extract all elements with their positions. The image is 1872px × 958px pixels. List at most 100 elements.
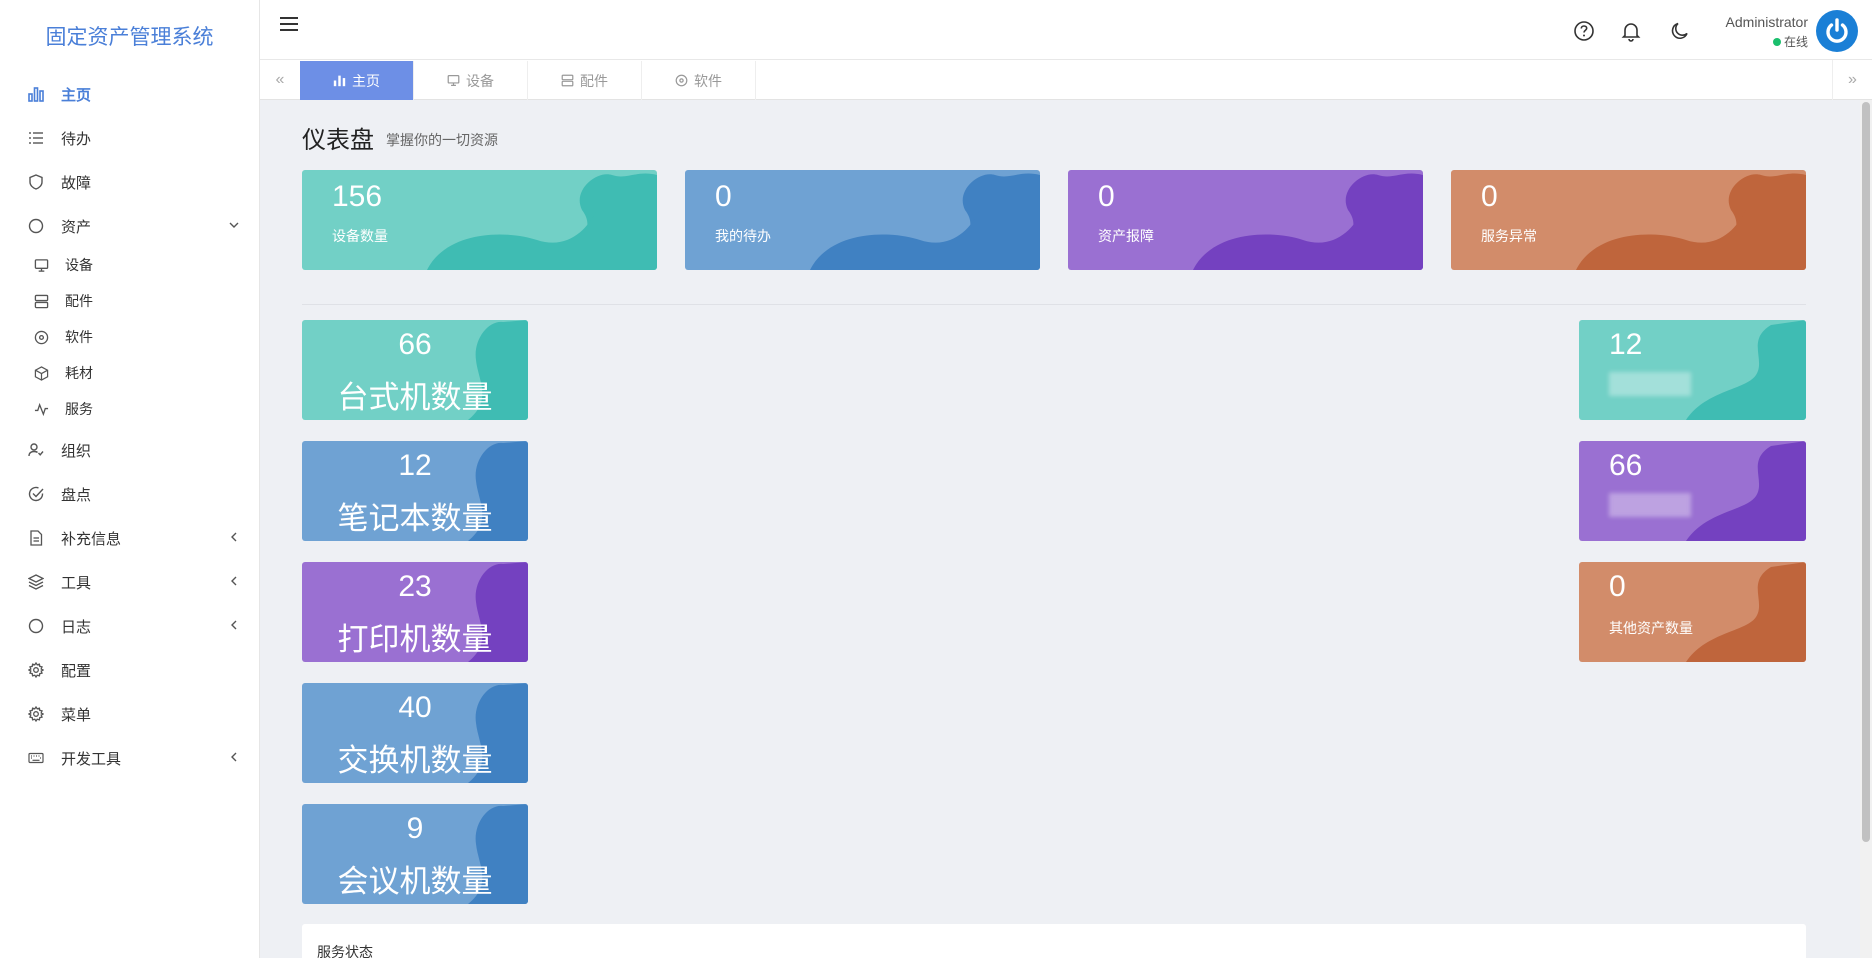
file-icon	[26, 528, 46, 548]
sidebar-item-assets[interactable]: 资产	[0, 206, 260, 246]
sidebar-item-logs[interactable]: 日志	[0, 606, 260, 646]
chevron-left-icon	[228, 750, 240, 766]
sidebar-item-label: 故障	[61, 174, 92, 192]
sidebar-subitem-software[interactable]: 软件	[0, 320, 260, 354]
sidebar-item-fault[interactable]: 故障	[0, 162, 260, 202]
stat-value: 0	[1098, 180, 1115, 213]
bell-icon[interactable]	[1620, 20, 1642, 42]
user-name[interactable]: Administrator	[1726, 14, 1808, 30]
desktop-count-card[interactable]: 66 台式机数量	[302, 320, 528, 420]
stat-value: 0	[1481, 180, 1498, 213]
sidebar-item-devtools[interactable]: 开发工具	[0, 738, 260, 778]
stat-card-service[interactable]: 0 服务异常	[1451, 170, 1806, 270]
card-label: 打印机数量	[337, 622, 493, 657]
stat-card-devices[interactable]: 156 设备数量	[302, 170, 657, 270]
switch-count-card[interactable]: 40 交换机数量	[302, 683, 528, 783]
card-label: 会议机数量	[337, 864, 493, 899]
sidebar-item-label: 工具	[61, 574, 92, 592]
other-assets-count-card[interactable]: 0 其他资产数量	[1579, 562, 1806, 662]
app-title: 固定资产管理系统	[45, 26, 214, 49]
chevron-left-icon	[228, 530, 240, 546]
sidebar-item-label: 开发工具	[61, 750, 122, 768]
layers-icon	[26, 572, 46, 592]
moon-icon[interactable]	[1669, 20, 1691, 42]
sidebar-item-home[interactable]: 主页	[0, 74, 260, 114]
bar-chart-icon	[26, 84, 46, 104]
tab-device[interactable]: 设备	[414, 61, 528, 100]
tab-label: 主页	[352, 72, 380, 89]
page-title: 仪表盘	[302, 127, 374, 154]
chevron-left-icon	[228, 574, 240, 590]
sidebar-subitem-service[interactable]: 服务	[0, 392, 260, 426]
card-decoration	[1686, 320, 1806, 420]
tab-parts[interactable]: 配件	[528, 61, 642, 100]
box-icon	[32, 364, 50, 382]
meeting-device-count-card[interactable]: 9 会议机数量	[302, 804, 528, 904]
sidebar-item-tools[interactable]: 工具	[0, 562, 260, 602]
sidebar-item-config[interactable]: 配置	[0, 650, 260, 690]
tab-label: 设备	[466, 72, 494, 89]
chevron-left-icon	[228, 618, 240, 634]
user-status: 在线	[1772, 33, 1808, 50]
sidebar-subitem-label: 耗材	[65, 365, 93, 381]
scrollbar-thumb[interactable]	[1862, 102, 1870, 842]
laptop-count-card[interactable]: 12 笔记本数量	[302, 441, 528, 541]
tab-home[interactable]: 主页	[300, 61, 414, 100]
right-count-card-2[interactable]: 66	[1579, 441, 1806, 541]
shield-icon	[26, 172, 46, 192]
sidebar-item-todo[interactable]: 待办	[0, 118, 260, 158]
check-circle-icon	[26, 484, 46, 504]
avatar[interactable]	[1816, 10, 1858, 52]
stat-label: 设备数量	[332, 228, 388, 244]
sidebar-item-label: 主页	[61, 86, 92, 104]
sidebar-item-label: 资产	[61, 218, 92, 236]
stat-value: 0	[715, 180, 732, 213]
monitor-icon	[447, 74, 460, 87]
stat-card-fault[interactable]: 0 资产报障	[1068, 170, 1423, 270]
card-decoration	[427, 210, 597, 270]
stat-label: 服务异常	[1481, 228, 1537, 244]
redacted-label	[1609, 493, 1691, 517]
card-decoration	[1686, 562, 1806, 662]
server-icon	[561, 74, 574, 87]
tab-scroll-left-icon[interactable]: «	[260, 60, 300, 100]
keyboard-icon	[26, 748, 46, 768]
sidebar: 固定资产管理系统 主页 待办 故障 资产 设备 配件 软件 耗材 服务 组织 盘…	[0, 0, 260, 958]
tab-software[interactable]: 软件	[642, 61, 756, 100]
card-label: 笔记本数量	[337, 501, 493, 536]
divider	[302, 304, 1806, 305]
printer-count-card[interactable]: 23 打印机数量	[302, 562, 528, 662]
user-status-text: 在线	[1783, 35, 1808, 49]
sidebar-subitem-label: 服务	[65, 401, 93, 417]
circle-icon	[26, 616, 46, 636]
sidebar-item-menu[interactable]: 菜单	[0, 694, 260, 734]
card-value: 12	[1609, 328, 1643, 361]
tab-bar: « 主页 设备 配件 软件 »	[260, 60, 1872, 100]
sidebar-item-org[interactable]: 组织	[0, 430, 260, 470]
card-label: 交换机数量	[337, 743, 493, 778]
sidebar-item-extra-info[interactable]: 补充信息	[0, 518, 260, 558]
stat-card-todo[interactable]: 0 我的待办	[685, 170, 1040, 270]
sidebar-subitem-parts[interactable]: 配件	[0, 284, 260, 318]
card-decoration	[1193, 210, 1363, 270]
tab-scroll-right-icon[interactable]: »	[1832, 60, 1872, 100]
sidebar-subitem-label: 设备	[65, 257, 93, 273]
card-value: 66	[398, 328, 432, 361]
panel-title: 服务状态	[317, 944, 373, 958]
chevron-down-icon	[228, 218, 240, 234]
right-count-card-1[interactable]: 12	[1579, 320, 1806, 420]
redacted-label	[1609, 372, 1691, 396]
page-scrollbar[interactable]	[1860, 100, 1872, 958]
user-check-icon	[26, 440, 46, 460]
sidebar-item-label: 配置	[61, 662, 92, 680]
disc-icon	[675, 74, 688, 87]
page-subtitle: 掌握你的一切资源	[386, 132, 498, 148]
help-icon[interactable]	[1573, 20, 1595, 42]
sidebar-item-inventory[interactable]: 盘点	[0, 474, 260, 514]
sidebar-subitem-device[interactable]: 设备	[0, 248, 260, 282]
sidebar-subitem-consumables[interactable]: 耗材	[0, 356, 260, 390]
sidebar-item-label: 日志	[61, 618, 92, 636]
menu-toggle-icon[interactable]	[280, 17, 298, 33]
card-value: 40	[398, 691, 432, 724]
circle-icon	[26, 216, 46, 236]
